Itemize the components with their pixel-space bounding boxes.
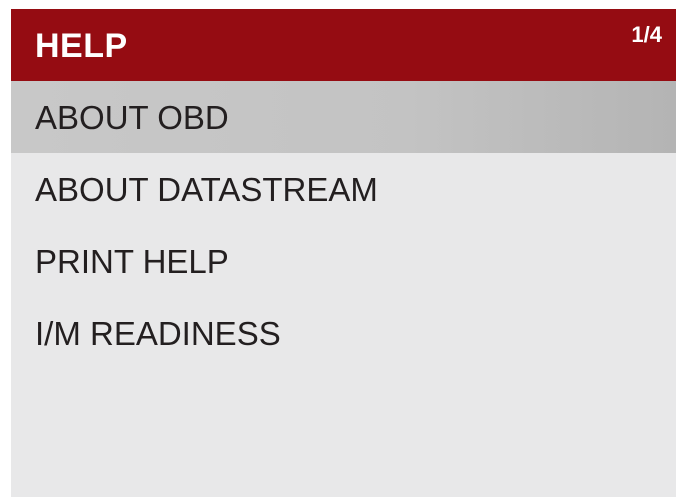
menu-item-label: ABOUT OBD (35, 99, 229, 136)
page-title: HELP (35, 27, 128, 65)
title-bar: HELP 1/4 (11, 9, 676, 81)
help-screen: HELP 1/4 ABOUT OBD ABOUT DATASTREAM PRIN… (11, 9, 676, 497)
help-menu: ABOUT OBD ABOUT DATASTREAM PRINT HELP I/… (11, 81, 676, 369)
menu-item-label: I/M READINESS (35, 315, 281, 352)
menu-item-about-obd[interactable]: ABOUT OBD (11, 81, 676, 153)
menu-item-label: PRINT HELP (35, 243, 229, 280)
menu-item-print-help[interactable]: PRINT HELP (11, 225, 676, 297)
menu-item-about-datastream[interactable]: ABOUT DATASTREAM (11, 153, 676, 225)
menu-item-label: ABOUT DATASTREAM (35, 171, 378, 208)
menu-item-im-readiness[interactable]: I/M READINESS (11, 297, 676, 369)
page-indicator: 1/4 (631, 22, 662, 47)
